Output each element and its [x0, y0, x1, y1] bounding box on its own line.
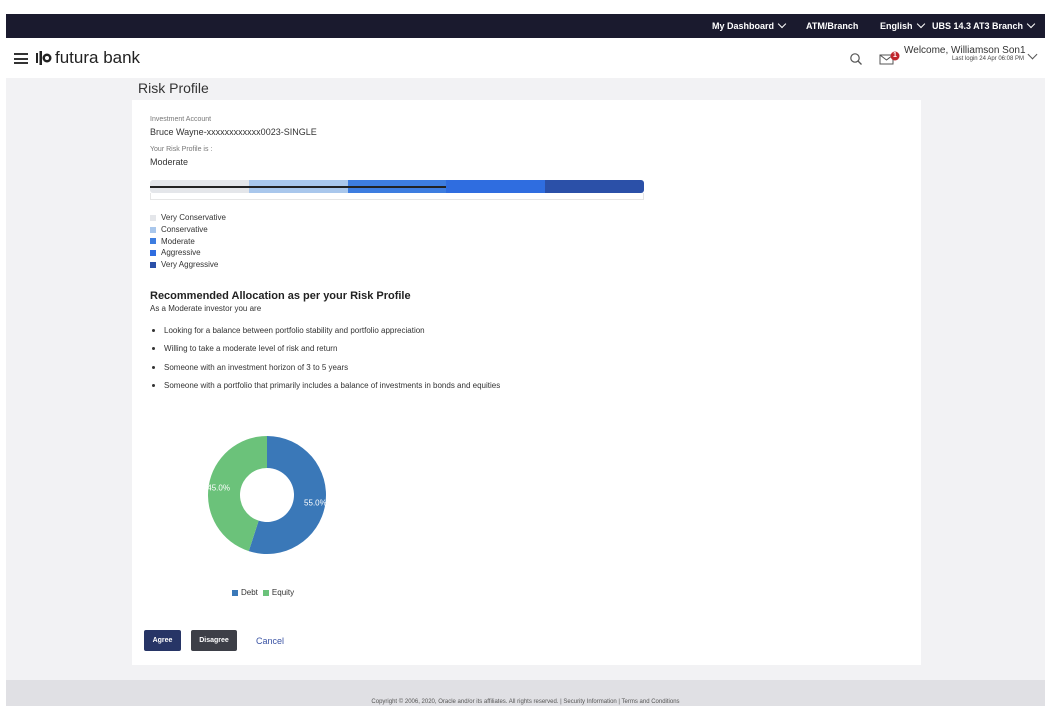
my-dashboard-label: My Dashboard	[712, 21, 775, 31]
risk-legend-label: Very Conservative	[161, 213, 226, 223]
menu-icon[interactable]	[14, 53, 28, 64]
risk-legend-item: Very Aggressive	[150, 259, 226, 271]
risk-legend-label: Conservative	[161, 225, 208, 235]
chart-legend-label: Equity	[271, 588, 295, 597]
investment-account-value: Bruce Wayne-xxxxxxxxxxxx0023-SINGLE	[150, 127, 317, 137]
chart-legend-swatch	[262, 589, 269, 596]
atm-branch-link[interactable]: ATM/Branch	[806, 21, 858, 31]
chart-legend-swatch	[232, 589, 238, 596]
risk-legend-label: Moderate	[161, 236, 195, 246]
last-login-text: Last login 24 Apr 06:08 PM	[951, 56, 1024, 62]
risk-profile-label: Your Risk Profile is :	[150, 146, 213, 153]
risk-legend-label: Very Aggressive	[161, 260, 219, 270]
user-menu[interactable]: Welcome, Williamson Son1 Last login 24 A…	[904, 45, 1026, 62]
risk-legend-swatch	[150, 214, 156, 221]
risk-legend-item: Aggressive	[150, 247, 226, 259]
risk-legend-swatch	[150, 226, 156, 233]
futura-logo-icon	[36, 51, 52, 65]
risk-legend-label: Aggressive	[161, 248, 201, 258]
footer: Copyright © 2006, 2020, Oracle and/or it…	[6, 680, 1045, 706]
brand-logo[interactable]: futura bank	[36, 48, 140, 68]
branch-label: UBS 14.3 AT3 Branch	[932, 21, 1024, 31]
allocation-title: Recommended Allocation as per your Risk …	[150, 290, 411, 302]
my-dashboard-menu[interactable]: My Dashboard	[712, 19, 787, 31]
allocation-donut-chart: 55.0% 45.0%	[207, 436, 327, 554]
mail-icon	[879, 51, 900, 65]
risk-profile-value: Moderate	[150, 157, 189, 167]
risk-meter-segment	[545, 180, 644, 193]
allocation-bullet: Someone with an investment horizon of 3 …	[152, 358, 500, 377]
risk-meter-segment	[446, 180, 546, 193]
risk-legend-item: Conservative	[150, 224, 226, 236]
donut-slice-label: 55.0%	[304, 499, 327, 508]
header: futura bank 1 Welcome, Williamson Son1 L…	[6, 38, 1045, 78]
risk-legend-swatch	[150, 238, 156, 245]
brand-name: futura bank	[55, 48, 141, 67]
donut-slice-label: 45.0%	[207, 483, 230, 492]
branch-menu[interactable]: UBS 14.3 AT3 Branch	[932, 19, 1036, 31]
risk-legend-item: Moderate	[150, 235, 226, 247]
risk-meter-track	[150, 193, 644, 200]
allocation-bullet: Someone with a portfolio that primarily …	[152, 377, 500, 396]
chevron-down-icon	[777, 19, 787, 29]
chevron-down-icon	[1026, 19, 1036, 29]
allocation-bullet: Looking for a balance between portfolio …	[152, 321, 500, 340]
chevron-down-icon	[916, 19, 925, 29]
page-title: Risk Profile	[138, 80, 209, 96]
chevron-down-icon[interactable]	[1027, 49, 1038, 60]
allocation-bullets: Looking for a balance between portfolio …	[152, 321, 500, 395]
risk-legend: Very Conservative Conservative Moderate Agg…	[150, 212, 226, 270]
investment-account-label: Investment Account	[150, 116, 212, 123]
notifications-button[interactable]: 1	[879, 51, 901, 67]
risk-legend-swatch	[150, 249, 156, 256]
risk-legend-item: Very Conservative	[150, 212, 226, 224]
welcome-text: Welcome, Williamson Son1	[904, 45, 1026, 56]
allocation-bullet: Willing to take a moderate level of risk…	[152, 340, 500, 359]
chart-legend: Debt Equity	[232, 588, 299, 597]
language-label: English	[880, 21, 913, 31]
footer-text: Copyright © 2006, 2020, Oracle and/or it…	[371, 699, 680, 705]
notification-badge: 1	[893, 52, 897, 59]
top-bar: My Dashboard ATM/Branch English UBS 14.3…	[6, 14, 1045, 38]
risk-meter-indicator	[150, 186, 447, 188]
risk-legend-swatch	[150, 261, 156, 268]
agree-button[interactable]: Agree	[144, 630, 181, 651]
search-icon[interactable]	[849, 52, 863, 66]
risk-profile-card: Investment Account Bruce Wayne-xxxxxxxxx…	[132, 100, 921, 665]
cancel-link[interactable]: Cancel	[256, 636, 284, 646]
disagree-button[interactable]: Disagree	[191, 630, 237, 651]
chart-legend-label: Debt	[241, 588, 258, 597]
allocation-subtitle: As a Moderate investor you are	[150, 304, 262, 313]
app-frame: My Dashboard ATM/Branch English UBS 14.3…	[6, 14, 1045, 706]
language-menu[interactable]: English	[880, 19, 925, 31]
